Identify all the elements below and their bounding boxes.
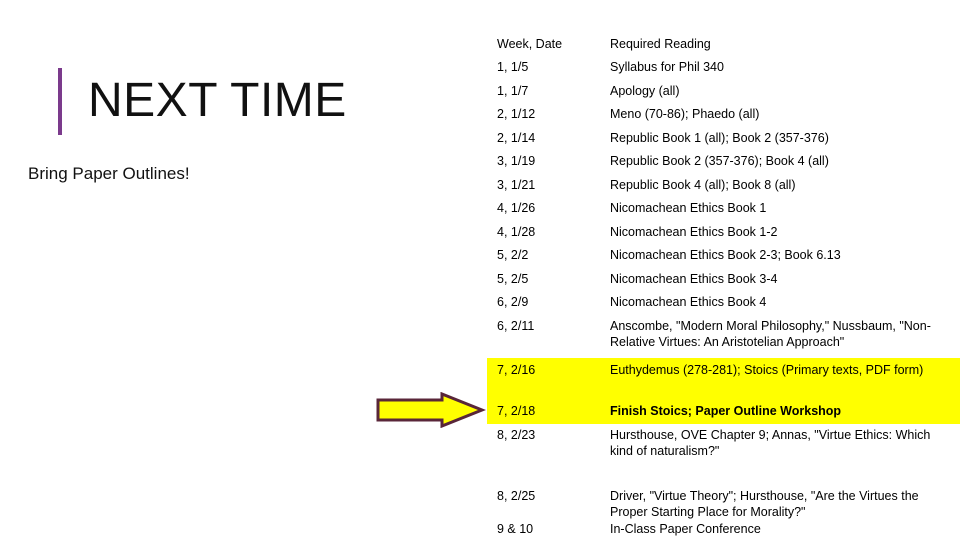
cell-week-date: 7, 2/18 <box>497 404 536 418</box>
cell-week-date: 4, 1/26 <box>497 201 536 215</box>
cell-required-reading: Anscombe, "Modern Moral Philosophy," Nus… <box>610 319 931 349</box>
right-arrow-svg <box>376 391 487 429</box>
arrow-shape <box>376 391 487 429</box>
cell-required-reading: Nicomachean Ethics Book 2-3; Book 6.13 <box>610 248 841 262</box>
slide-canvas: NEXT TIME Bring Paper Outlines! Week, Da… <box>0 0 960 540</box>
table-row: 3, 1/21 Republic Book 4 (all); Book 8 (a… <box>487 177 960 193</box>
column-header-required-reading: Required Reading <box>610 37 711 51</box>
table-row: 2, 1/14 Republic Book 1 (all); Book 2 (3… <box>487 130 960 146</box>
cell-week-date: 3, 1/21 <box>497 178 536 192</box>
table-row: 6, 2/11 Anscombe, "Modern Moral Philosop… <box>487 318 960 350</box>
cell-required-reading: Hursthouse, OVE Chapter 9; Annas, "Virtu… <box>610 428 931 458</box>
cell-required-reading: Republic Book 2 (357-376); Book 4 (all) <box>610 154 829 168</box>
cell-required-reading: Apology (all) <box>610 84 680 98</box>
cell-required-reading: Euthydemus (278-281); Stoics (Primary te… <box>610 363 924 377</box>
cell-required-reading: Nicomachean Ethics Book 1 <box>610 201 767 215</box>
cell-week-date: 4, 1/28 <box>497 225 536 239</box>
cell-required-reading: Driver, "Virtue Theory"; Hursthouse, "Ar… <box>610 489 919 519</box>
cell-week-date: 3, 1/19 <box>497 154 536 168</box>
table-row: 6, 2/9 Nicomachean Ethics Book 4 <box>487 294 960 310</box>
table-row-highlighted-bold: 7, 2/18 Finish Stoics; Paper Outline Wor… <box>487 403 960 419</box>
column-header-week-date: Week, Date <box>497 37 563 51</box>
table-row: 2, 1/12 Meno (70-86); Phaedo (all) <box>487 106 960 122</box>
cell-week-date: 9 & 10 <box>497 522 534 536</box>
table-row: 5, 2/2 Nicomachean Ethics Book 2-3; Book… <box>487 247 960 263</box>
cell-required-reading: Syllabus for Phil 340 <box>610 60 724 74</box>
cell-required-reading: Finish Stoics; Paper Outline Workshop <box>610 404 842 418</box>
cell-week-date: 7, 2/16 <box>497 363 536 377</box>
cell-week-date: 1, 1/5 <box>497 60 529 74</box>
cell-week-date: 1, 1/7 <box>497 84 529 98</box>
table-row: 4, 1/28 Nicomachean Ethics Book 1-2 <box>487 224 960 240</box>
cell-week-date: 2, 1/14 <box>497 131 536 145</box>
title-accent-bar <box>58 68 62 135</box>
cell-week-date: 8, 2/23 <box>497 428 536 442</box>
right-arrow-icon <box>376 391 487 429</box>
page-title: NEXT TIME <box>88 74 347 127</box>
table-row: 8, 2/25 Driver, "Virtue Theory"; Hurstho… <box>487 488 960 520</box>
cell-required-reading: Republic Book 1 (all); Book 2 (357-376) <box>610 131 829 145</box>
table-row: 4, 1/26 Nicomachean Ethics Book 1 <box>487 200 960 216</box>
table-row: 5, 2/5 Nicomachean Ethics Book 3-4 <box>487 271 960 287</box>
cell-required-reading: Meno (70-86); Phaedo (all) <box>610 107 760 121</box>
table-row: 1, 1/7 Apology (all) <box>487 83 960 99</box>
cell-week-date: 8, 2/25 <box>497 489 536 503</box>
cell-week-date: 2, 1/12 <box>497 107 536 121</box>
cell-week-date: 6, 2/11 <box>497 319 535 333</box>
cell-required-reading: Nicomachean Ethics Book 4 <box>610 295 767 309</box>
table-row: 1, 1/5 Syllabus for Phil 340 <box>487 59 960 75</box>
table-row: 9 & 10 In-Class Paper Conference <box>487 521 960 537</box>
cell-required-reading: Nicomachean Ethics Book 1-2 <box>610 225 778 239</box>
left-panel: NEXT TIME Bring Paper Outlines! <box>0 0 487 540</box>
table-row: 8, 2/23 Hursthouse, OVE Chapter 9; Annas… <box>487 427 960 459</box>
cell-required-reading: Nicomachean Ethics Book 3-4 <box>610 272 778 286</box>
cell-week-date: 6, 2/9 <box>497 295 529 309</box>
table-header-row: Week, Date Required Reading <box>487 36 960 52</box>
table-row: 3, 1/19 Republic Book 2 (357-376); Book … <box>487 153 960 169</box>
cell-required-reading: In-Class Paper Conference <box>610 522 761 536</box>
cell-week-date: 5, 2/2 <box>497 248 529 262</box>
cell-week-date: 5, 2/5 <box>497 272 529 286</box>
slide-subtitle: Bring Paper Outlines! <box>28 164 190 183</box>
table-row-highlighted: 7, 2/16 Euthydemus (278-281); Stoics (Pr… <box>487 362 960 378</box>
cell-required-reading: Republic Book 4 (all); Book 8 (all) <box>610 178 796 192</box>
reading-schedule-table: Week, Date Required Reading 1, 1/5 Sylla… <box>487 16 960 536</box>
